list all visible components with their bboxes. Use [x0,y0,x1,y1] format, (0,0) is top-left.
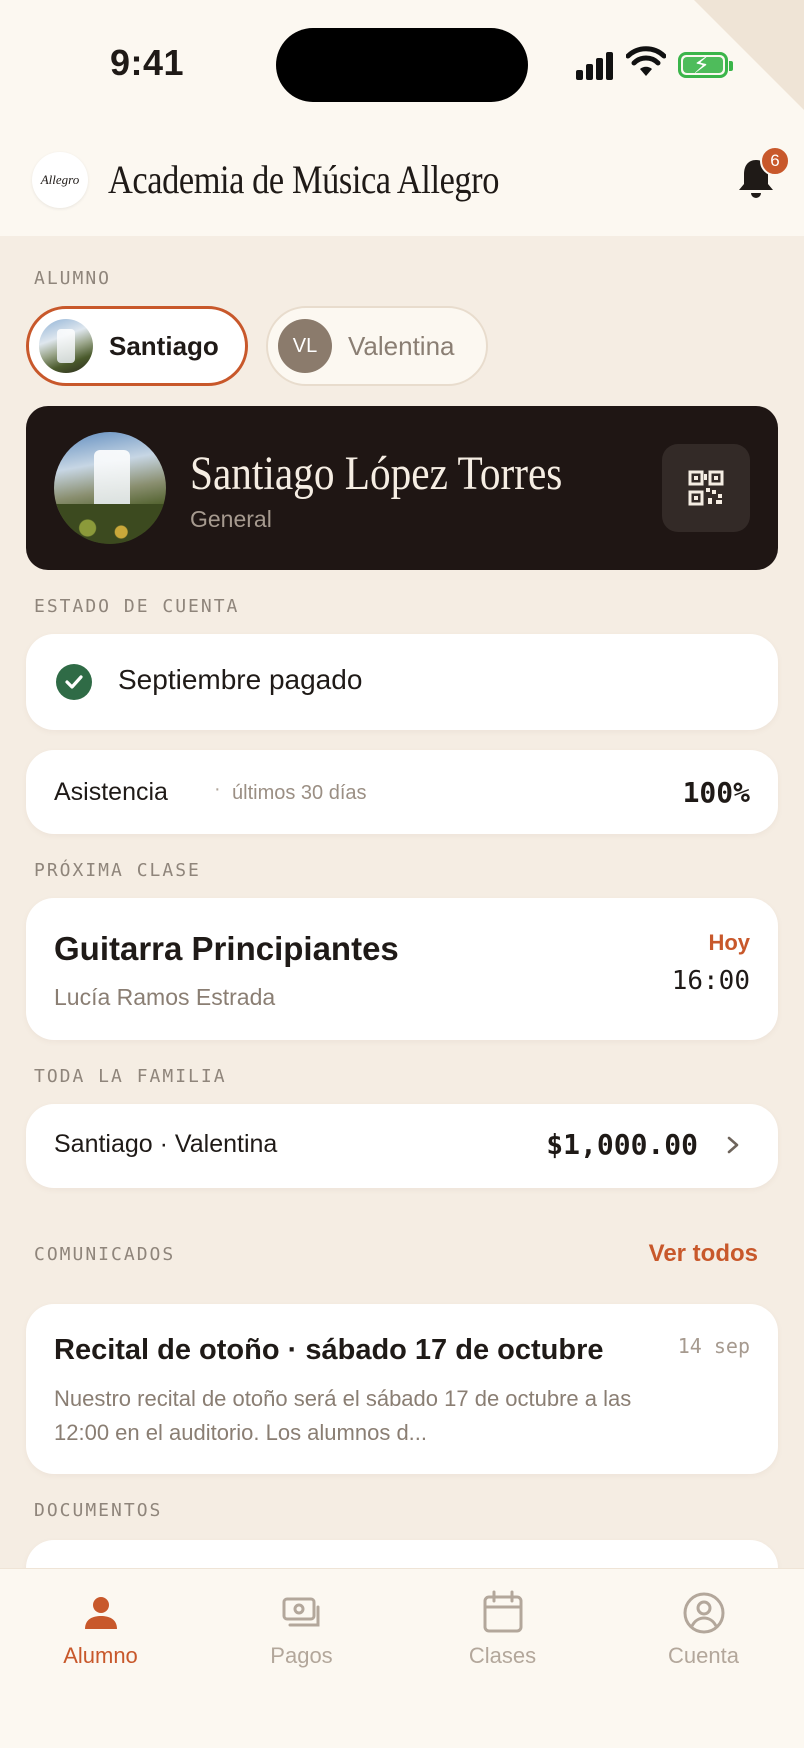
attendance-separator: · [214,778,221,800]
class-day: Hoy [708,930,750,955]
tab-bar: Alumno Pagos Clases Cuenta [0,1568,804,1748]
announcements-section-label: COMUNICADOS [34,1244,176,1265]
wifi-icon [626,46,666,76]
avatar-initials: VL [278,319,332,373]
class-time: 16:00 [671,966,750,996]
next-class-card[interactable]: Guitarra Principiantes Lucía Ramos Estra… [26,898,778,1040]
announcement-title: Recital de otoño · sábado 17 de octubre [54,1334,604,1366]
tab-label: Pagos [270,1643,333,1668]
family-section-label: TODA LA FAMILIA [34,1066,227,1087]
announcement-date: 14 sep [677,1334,750,1358]
chip-label: Santiago [109,330,219,361]
family-amount: $1,000.00 [546,1128,698,1161]
tab-alumno[interactable]: Alumno [0,1569,201,1689]
person-icon [84,1597,117,1629]
tab-label: Alumno [63,1643,138,1668]
student-section-label: ALUMNO [34,268,112,289]
dynamic-island [276,28,528,102]
family-balance-card[interactable]: Santiago · Valentina $1,000.00 [26,1104,778,1188]
chevron-right-icon [727,1136,739,1154]
avatar [39,319,93,373]
student-photo [54,432,166,544]
tab-cuenta[interactable]: Cuenta [603,1569,804,1689]
academy-logo: Allegro [32,152,88,208]
account-circle-icon [683,1592,724,1634]
payment-status-text: Septiembre pagado [118,664,363,695]
app-title: Academia de Música Allegro [108,157,499,202]
attendance-card[interactable]: Asistencia · últimos 30 días 100% [26,750,778,834]
student-chip-santiago[interactable]: Santiago [26,306,248,386]
tab-label: Cuenta [668,1643,739,1668]
next-class-section-label: PRÓXIMA CLASE [34,860,201,881]
tab-label: Clases [468,1643,537,1668]
notification-badge: 6 [760,146,790,176]
battery-icon: ⚡ [678,52,733,79]
tab-pagos[interactable]: Pagos [201,1569,402,1689]
class-teacher: Lucía Ramos Estrada [54,984,276,1010]
qr-code-icon [688,470,724,506]
student-name: Santiago López Torres [190,447,563,500]
attendance-value: 100% [682,776,750,809]
chip-label: Valentina [348,330,455,361]
calendar-icon [483,1590,522,1633]
announcement-card[interactable]: Recital de otoño · sábado 17 de octubre … [26,1304,778,1474]
top-header: 9:41 ⚡ Allegro Academia de Música Allegr… [0,0,804,236]
payment-status-card[interactable]: Septiembre pagado [26,634,778,730]
tab-clases[interactable]: Clases [402,1569,603,1689]
student-card: Santiago López Torres General [26,406,778,570]
documents-section-label: DOCUMENTOS [34,1500,163,1521]
signal-icon [576,50,616,80]
status-time: 9:41 [110,42,185,83]
family-names: Santiago · Valentina [54,1130,278,1158]
qr-code-button[interactable] [662,444,750,532]
account-section-label: ESTADO DE CUENTA [34,596,240,617]
announcement-body: Nuestro recital de otoño será el sábado … [54,1386,632,1445]
cash-icon [282,1597,319,1627]
see-all-link[interactable]: Ver todos [649,1240,758,1268]
check-circle-icon [56,664,92,700]
student-chip-valentina[interactable]: VL Valentina [266,306,488,386]
student-level: General [190,506,272,532]
class-name: Guitarra Principiantes [54,930,399,967]
attendance-label: Asistencia [54,778,168,806]
attendance-period: últimos 30 días [232,782,367,804]
